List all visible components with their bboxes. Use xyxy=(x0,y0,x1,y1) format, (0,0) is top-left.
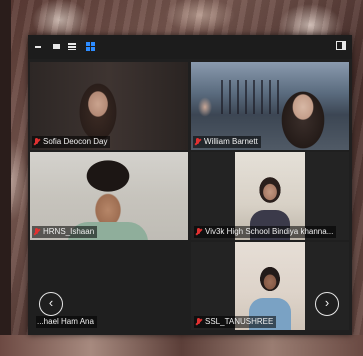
participant-tile[interactable]: HRNS_Ishaan xyxy=(30,152,188,240)
participant-name: William Barnett xyxy=(204,137,258,146)
participant-name-label: SSL_TANUSHREE xyxy=(194,316,277,328)
participant-tile[interactable]: William Barnett xyxy=(191,62,349,150)
participant-name: Sofia Deocon Day xyxy=(43,137,108,146)
participant-tile[interactable]: Viv3k High School Bindiya khanna... xyxy=(191,152,349,240)
participant-name-label: William Barnett xyxy=(193,136,261,148)
muted-mic-icon xyxy=(194,137,201,147)
list-view-icon[interactable] xyxy=(68,42,78,51)
participant-name-label: ...hael Ham Ana xyxy=(36,316,97,328)
participant-name: Viv3k High School Bindiya khanna... xyxy=(205,227,334,236)
view-toolbar xyxy=(28,35,352,59)
participant-name: ...hael Ham Ana xyxy=(37,317,94,326)
participant-tile[interactable]: SSL_TANUSHREE xyxy=(191,242,349,330)
next-page-button[interactable]: › xyxy=(315,292,339,316)
participant-name: HRNS_Ishaan xyxy=(43,227,95,236)
participant-tile[interactable]: Sofia Deocon Day xyxy=(30,62,188,150)
meeting-window: Sofia Deocon Day William Barnett HRNS_Is… xyxy=(28,35,352,335)
previous-page-button[interactable]: ‹ xyxy=(39,292,63,316)
muted-mic-icon xyxy=(33,227,40,237)
wallpaper-bottom xyxy=(0,335,363,356)
muted-mic-icon xyxy=(33,137,40,147)
participant-name-label: HRNS_Ishaan xyxy=(32,226,98,238)
muted-mic-icon xyxy=(195,317,202,327)
screen-edge xyxy=(0,0,11,356)
side-panel-icon[interactable] xyxy=(336,41,346,50)
gallery-view-icon[interactable] xyxy=(86,42,96,51)
participant-name-label: Sofia Deocon Day xyxy=(32,136,111,148)
participant-name-label: Viv3k High School Bindiya khanna... xyxy=(194,226,337,238)
small-view-icon[interactable] xyxy=(52,42,62,51)
chevron-right-icon: › xyxy=(324,295,330,310)
participant-name: SSL_TANUSHREE xyxy=(205,317,274,326)
muted-mic-icon xyxy=(195,227,202,237)
participant-tile[interactable]: ...hael Ham Ana xyxy=(30,242,188,330)
chevron-left-icon: ‹ xyxy=(48,295,54,310)
minimize-icon[interactable] xyxy=(34,42,44,51)
